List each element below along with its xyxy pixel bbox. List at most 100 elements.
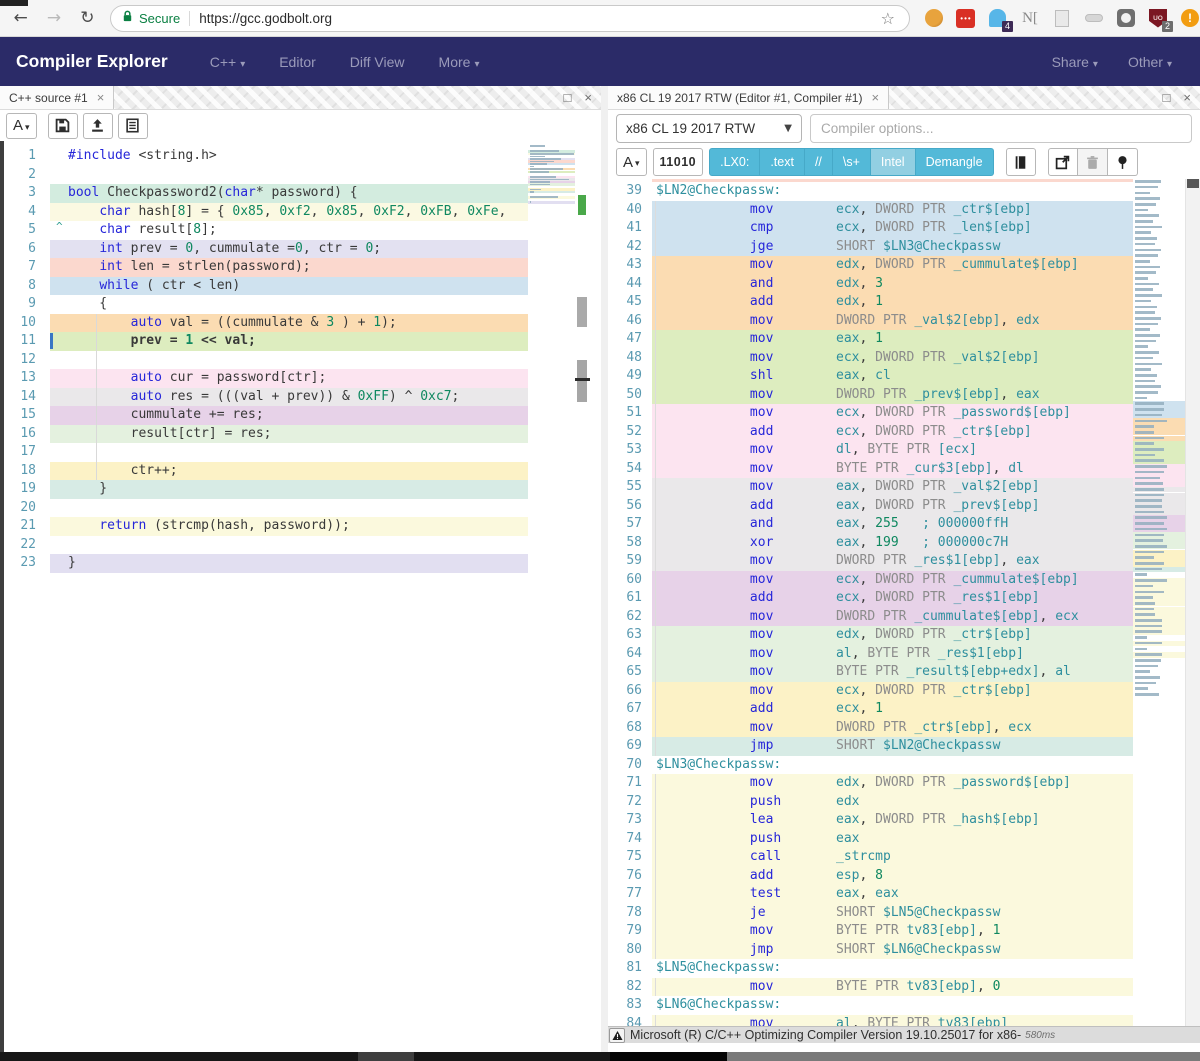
warning-button[interactable] xyxy=(609,1028,625,1043)
filter-button-text[interactable]: .text xyxy=(760,148,805,176)
source-line[interactable]: 19 } xyxy=(4,480,528,499)
open-new-window-button[interactable] xyxy=(1048,148,1078,176)
source-line[interactable]: 16 result[ctr] = res; xyxy=(4,425,528,444)
save-button[interactable] xyxy=(48,113,78,139)
filter-button-demangle[interactable]: Demangle xyxy=(916,148,994,176)
scrollbar-thumb[interactable] xyxy=(1187,179,1199,188)
asm-line[interactable]: 62 mov DWORD PTR _cummulate$[ebp], ecx xyxy=(608,608,1133,627)
asm-line[interactable]: 54 mov BYTE PTR _cur$3[ebp], dl xyxy=(608,460,1133,479)
source-line[interactable]: 4 char hash[8] = { 0x85, 0xf2, 0x85, 0xF… xyxy=(4,203,528,222)
asm-line[interactable]: 61 add ecx, DWORD PTR _res$1[ebp] xyxy=(608,589,1133,608)
asm-line[interactable]: 47 mov eax, 1 xyxy=(608,330,1133,349)
maximize-icon[interactable]: □ xyxy=(564,90,572,105)
asm-line[interactable]: 50 mov DWORD PTR _prev$[ebp], eax xyxy=(608,386,1133,405)
source-minimap[interactable] xyxy=(528,141,575,1052)
asm-line[interactable]: 41 cmp ecx, DWORD PTR _len$[ebp] xyxy=(608,219,1133,238)
libraries-button[interactable] xyxy=(1006,148,1036,176)
source-overview-ruler[interactable] xyxy=(575,141,590,1052)
asm-line[interactable]: 72 push edx xyxy=(608,793,1133,812)
asm-line[interactable]: 39$LN2@Checkpassw: xyxy=(608,182,1133,201)
asm-line[interactable]: 75 call _strcmp xyxy=(608,848,1133,867)
filter-button-lx0[interactable]: .LX0: xyxy=(709,148,760,176)
asm-line[interactable]: 40 mov ecx, DWORD PTR _ctr$[ebp] xyxy=(608,201,1133,220)
ghost-extension-icon[interactable]: 4 xyxy=(988,8,1008,28)
source-line[interactable]: 17 xyxy=(4,443,528,462)
address-bar[interactable]: Secure https://gcc.godbolt.org ☆ xyxy=(110,5,910,32)
asm-line[interactable]: 68 mov DWORD PTR _ctr$[ebp], ecx xyxy=(608,719,1133,738)
asm-line[interactable]: 81$LN5@Checkpassw: xyxy=(608,959,1133,978)
source-line[interactable]: 9 { xyxy=(4,295,528,314)
source-line[interactable]: 7 int len = strlen(password); xyxy=(4,258,528,277)
asm-line[interactable]: 44 and edx, 3 xyxy=(608,275,1133,294)
asm-line[interactable]: 57 and eax, 255 ; 000000ffH xyxy=(608,515,1133,534)
load-save-button[interactable] xyxy=(83,113,113,139)
filter-button-s[interactable]: \s+ xyxy=(833,148,871,176)
asm-line[interactable]: 55 mov eax, DWORD PTR _val$2[ebp] xyxy=(608,478,1133,497)
source-line[interactable]: 6 int prev = 0, cummulate =0, ctr = 0; xyxy=(4,240,528,259)
asm-line[interactable]: 84 mov al, BYTE PTR tv83[ebp] xyxy=(608,1015,1133,1027)
asm-line[interactable]: 82 mov BYTE PTR tv83[ebp], 0 xyxy=(608,978,1133,997)
horizontal-scrollbar-thumb[interactable] xyxy=(610,1052,727,1061)
asm-line[interactable]: 49 shl eax, cl xyxy=(608,367,1133,386)
compiler-select[interactable]: x86 CL 19 2017 RTW ▼ xyxy=(616,114,802,143)
tab-close-icon[interactable]: × xyxy=(97,90,105,105)
source-line[interactable]: 21 return (strcmp(hash, password)); xyxy=(4,517,528,536)
asm-line[interactable]: 76 add esp, 8 xyxy=(608,867,1133,886)
source-line[interactable]: 8 while ( ctr < len) xyxy=(4,277,528,296)
asm-line[interactable]: 46 mov DWORD PTR _val$2[ebp], edx xyxy=(608,312,1133,331)
maximize-icon[interactable]: □ xyxy=(1163,90,1171,105)
camera-extension-icon[interactable] xyxy=(1116,8,1136,28)
source-line[interactable]: 3bool Checkpassword2(char* password) { xyxy=(4,184,528,203)
pane-splitter[interactable] xyxy=(601,86,608,1052)
source-line[interactable]: 11 prev = 1 << val; xyxy=(4,332,528,351)
include-library-button[interactable] xyxy=(118,113,148,139)
nav-item-other[interactable]: Other▾ xyxy=(1128,54,1172,70)
asm-line[interactable]: 63 mov edx, DWORD PTR _ctr$[ebp] xyxy=(608,626,1133,645)
brand-title[interactable]: Compiler Explorer xyxy=(16,51,168,72)
asm-line[interactable]: 53 mov dl, BYTE PTR [ecx] xyxy=(608,441,1133,460)
nav-item-more[interactable]: More▾ xyxy=(439,54,480,70)
source-line[interactable]: 2 xyxy=(4,166,528,185)
source-line[interactable]: 13 auto cur = password[ctr]; xyxy=(4,369,528,388)
asm-line[interactable]: 71 mov edx, DWORD PTR _password$[ebp] xyxy=(608,774,1133,793)
nav-item-editor[interactable]: Editor xyxy=(279,54,316,70)
url-text[interactable]: https://gcc.godbolt.org xyxy=(199,11,876,26)
asm-line[interactable]: 56 add eax, DWORD PTR _prev$[ebp] xyxy=(608,497,1133,516)
source-line[interactable]: 12 xyxy=(4,351,528,370)
asm-line[interactable]: 73 lea eax, DWORD PTR _hash$[ebp] xyxy=(608,811,1133,830)
dots-extension-icon[interactable]: ••• xyxy=(956,8,976,28)
bottom-scrollbar-strip[interactable] xyxy=(0,1052,1200,1061)
asm-line[interactable]: 64 mov al, BYTE PTR _res$1[ebp] xyxy=(608,645,1133,664)
font-size-button[interactable]: A▾ xyxy=(616,148,647,176)
horizontal-scrollbar-track[interactable] xyxy=(727,1052,1200,1061)
asm-editor[interactable]: 39$LN2@Checkpassw:40 mov ecx, DWORD PTR … xyxy=(608,179,1200,1026)
source-line[interactable]: 23} xyxy=(4,554,528,573)
asm-line[interactable]: 70$LN3@Checkpassw: xyxy=(608,756,1133,775)
binary-toggle-button[interactable]: 11010 xyxy=(653,148,704,176)
asm-line[interactable]: 78 je SHORT $LN5@Checkpassw xyxy=(608,904,1133,923)
source-line[interactable]: 10 auto val = ((cummulate & 3 ) + 1); xyxy=(4,314,528,333)
bookmark-star-icon[interactable]: ☆ xyxy=(877,9,899,28)
asm-line[interactable]: 52 add ecx, DWORD PTR _ctr$[ebp] xyxy=(608,423,1133,442)
source-editor[interactable]: 1#include <string.h>23bool Checkpassword… xyxy=(0,141,601,1052)
asm-minimap[interactable] xyxy=(1133,179,1185,1026)
source-line[interactable]: 14 auto res = (((val + prev)) & 0xFF) ^ … xyxy=(4,388,528,407)
asm-line[interactable]: 79 mov BYTE PTR tv83[ebp], 1 xyxy=(608,922,1133,941)
asm-line[interactable]: 59 mov DWORD PTR _res$1[ebp], eax xyxy=(608,552,1133,571)
alert-extension-icon[interactable]: ! xyxy=(1180,8,1200,28)
asm-line[interactable]: 80 jmp SHORT $LN6@Checkpassw xyxy=(608,941,1133,960)
nav-item-diff-view[interactable]: Diff View xyxy=(350,54,405,70)
asm-line[interactable]: 58 xor eax, 199 ; 000000c7H xyxy=(608,534,1133,553)
tab-source[interactable]: C++ source #1 × xyxy=(0,86,114,109)
document-extension-icon[interactable] xyxy=(1052,8,1072,28)
source-line[interactable]: 1#include <string.h> xyxy=(4,147,528,166)
filter-button-[interactable]: // xyxy=(805,148,833,176)
asm-vertical-scrollbar[interactable] xyxy=(1185,179,1200,1026)
source-line[interactable]: 20 xyxy=(4,499,528,518)
asm-line[interactable]: 65 mov BYTE PTR _result$[ebp+edx], al xyxy=(608,663,1133,682)
shield-extension-icon[interactable]: UO2 xyxy=(1148,8,1168,28)
nav-item-share[interactable]: Share▾ xyxy=(1052,54,1098,70)
asm-line[interactable]: 69 jmp SHORT $LN2@Checkpassw xyxy=(608,737,1133,756)
asm-line[interactable]: 45 add edx, 1 xyxy=(608,293,1133,312)
forward-icon[interactable]: → xyxy=(41,4,66,32)
